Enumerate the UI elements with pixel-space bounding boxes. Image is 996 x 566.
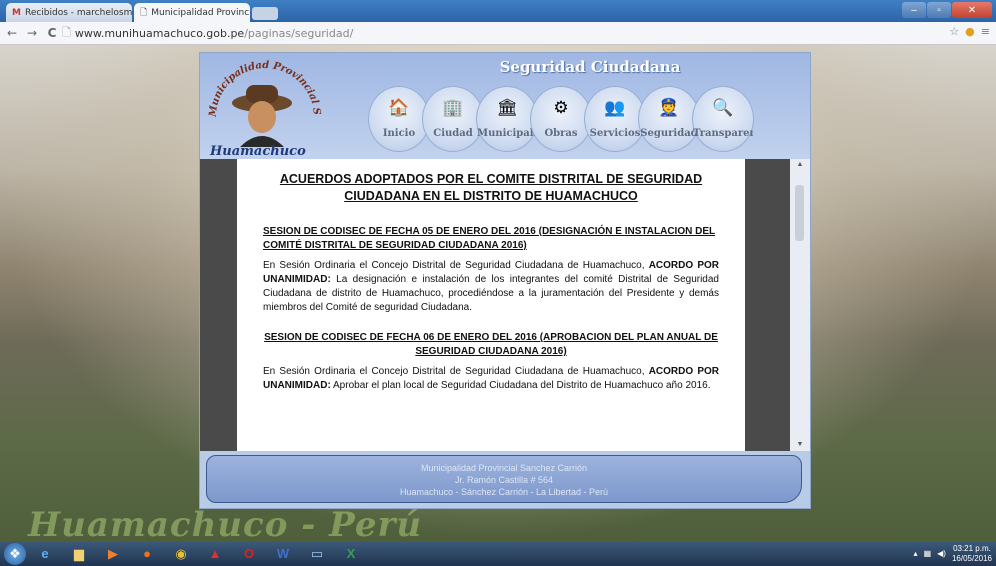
paragraph-text: En Sesión Ordinaria el Concejo Distrital… (263, 260, 649, 271)
url-host: www.munihuamachuco.gob.pe (74, 26, 245, 40)
clock[interactable]: 03:21 p.m. 16/05/2016 (952, 544, 992, 564)
site-title: Seguridad Ciudadana (499, 58, 681, 76)
nav-label: Municipalid (477, 128, 537, 139)
nav-label: Servicios (589, 128, 641, 139)
page-icon: 🗋 (62, 25, 71, 39)
new-tab-button[interactable] (252, 7, 278, 20)
firefox-icon[interactable]: ● (132, 543, 162, 565)
page-icon: 🗋 (140, 7, 148, 18)
browser-titlebar: M Recibidos - marchelosmo ✕ 🗋 Municipali… (0, 0, 996, 22)
url-path: /paginas/seguridad/ (244, 26, 354, 40)
scrollbar-thumb[interactable] (795, 185, 804, 241)
clock-time: 03:21 p.m. (953, 543, 991, 553)
chrome-icon[interactable]: ◉ (166, 543, 196, 565)
opera-icon[interactable]: O (234, 543, 264, 565)
building-icon: 🏢 (442, 98, 464, 117)
paragraph-text: La designación e instalación de los inte… (263, 274, 719, 313)
site-footer: Municipalidad Provincial Sanchez Carrión… (206, 455, 802, 503)
logo-caption: Huamachuco (209, 144, 306, 157)
minimize-button[interactable]: – (902, 2, 926, 18)
footer-line: Municipalidad Provincial Sanchez Carrión (420, 463, 588, 473)
back-arrow-icon[interactable]: ← (4, 26, 20, 40)
browser-toolbar: ← → C 🗋 www.munihuamachuco.gob.pe/pagina… (0, 22, 996, 45)
nav-label: Obras (544, 128, 578, 139)
acrobat-icon[interactable]: ▲ (200, 543, 230, 565)
nav-item-servicios[interactable]: 👥 Servicios (584, 86, 646, 152)
nav-label: Ciudad (433, 128, 473, 139)
magnifier-icon: 🔍 (712, 98, 734, 117)
nav-item-inicio[interactable]: 🏠 Inicio (368, 86, 430, 152)
scroll-down-icon[interactable]: ▼ (790, 439, 810, 451)
close-window-button[interactable]: ✕ (952, 2, 992, 18)
document-title: ACUERDOS ADOPTADOS POR EL COMITE DISTRIT… (279, 172, 703, 203)
volume-icon[interactable]: ◀) (937, 549, 946, 558)
section-heading: SESION DE CODISEC DE FECHA 06 DE ENERO D… (264, 332, 718, 357)
city-hall-icon: 🏛 (496, 98, 518, 117)
site-frame: Municipalidad Provincial Sánchez Carrión… (199, 52, 811, 509)
guard-icon: 👮 (658, 98, 680, 117)
menu-icon[interactable]: ≡ (981, 25, 990, 38)
forward-arrow-icon[interactable]: → (24, 26, 40, 40)
scroll-up-icon[interactable]: ▲ (790, 159, 810, 171)
tab-label: Municipalidad Provincial (151, 7, 250, 18)
municipal-logo[interactable]: Municipalidad Provincial Sánchez Carrión… (202, 55, 322, 157)
gmail-icon: M (12, 7, 21, 18)
nav-item-ciudad[interactable]: 🏢 Ciudad (422, 86, 484, 152)
clock-date: 16/05/2016 (951, 553, 992, 563)
paragraph-text: En Sesión Ordinaria el Concejo Distrital… (263, 366, 649, 377)
content-area: ACUERDOS ADOPTADOS POR EL COMITE DISTRIT… (200, 159, 790, 451)
paragraph-text: Aprobar el plan local de Seguridad Ciuda… (330, 380, 711, 391)
section-heading: SESION DE CODISEC DE FECHA 05 DE ENERO D… (263, 226, 716, 251)
word-icon[interactable]: W (268, 543, 298, 565)
nav-item-transparencia[interactable]: 🔍 Transparenc (692, 86, 754, 152)
tray-arrow-icon[interactable]: ▴ (914, 549, 918, 558)
tab-label: Recibidos - marchelosmo (24, 7, 132, 18)
window-icon[interactable]: ▭ (302, 543, 332, 565)
nav-item-obras[interactable]: ⚙ Obras (530, 86, 592, 152)
footer-line: Huamachuco - Sánchez Carrión - La Libert… (399, 487, 609, 497)
nav-label: Inicio (382, 128, 416, 139)
nav-item-seguridad[interactable]: 👮 Seguridad (638, 86, 700, 152)
extension-icon[interactable]: ● (965, 25, 975, 38)
nav-label: Transparenc (693, 128, 753, 139)
section-paragraph: En Sesión Ordinaria el Concejo Distrital… (263, 365, 719, 393)
tab-municipalidad[interactable]: 🗋 Municipalidad Provincial ✕ (134, 3, 250, 22)
document-page: ACUERDOS ADOPTADOS POR EL COMITE DISTRIT… (237, 159, 745, 451)
reload-icon[interactable]: C (44, 26, 60, 40)
gear-icon: ⚙ (553, 98, 569, 117)
media-player-icon[interactable]: ▶ (98, 543, 128, 565)
internet-explorer-icon[interactable]: e (30, 543, 60, 565)
maximize-button[interactable]: ▫ (927, 2, 951, 18)
section-paragraph: En Sesión Ordinaria el Concejo Distrital… (263, 259, 719, 315)
network-icon[interactable]: ▦ (924, 549, 932, 558)
windows-taskbar: ❖ e ▆ ▶ ● ◉ ▲ O W ▭ X ▴ ▦ ◀) 03:21 p.m. … (0, 541, 996, 566)
people-icon: 👥 (604, 98, 626, 117)
excel-icon[interactable]: X (336, 543, 366, 565)
house-icon: 🏠 (388, 98, 410, 117)
nav-item-municipalidad[interactable]: 🏛 Municipalid (476, 86, 538, 152)
tab-gmail[interactable]: M Recibidos - marchelosmo ✕ (6, 3, 132, 22)
content-scrollbar[interactable]: ▲ ▼ (790, 159, 810, 451)
address-bar[interactable]: 🗋 www.munihuamachuco.gob.pe/paginas/segu… (62, 25, 970, 41)
site-header: Municipalidad Provincial Sánchez Carrión… (200, 53, 810, 159)
bookmark-star-icon[interactable]: ☆ (949, 25, 959, 38)
nav-label: Seguridad (640, 128, 698, 139)
start-orb-icon[interactable]: ❖ (4, 542, 26, 565)
background-watermark: Huamachuco - Perú (28, 505, 423, 545)
footer-line: Jr. Ramón Castilla # 564 (454, 475, 554, 485)
system-tray: ▴ ▦ ◀) 03:21 p.m. 16/05/2016 (914, 541, 992, 566)
folder-icon[interactable]: ▆ (64, 543, 94, 565)
